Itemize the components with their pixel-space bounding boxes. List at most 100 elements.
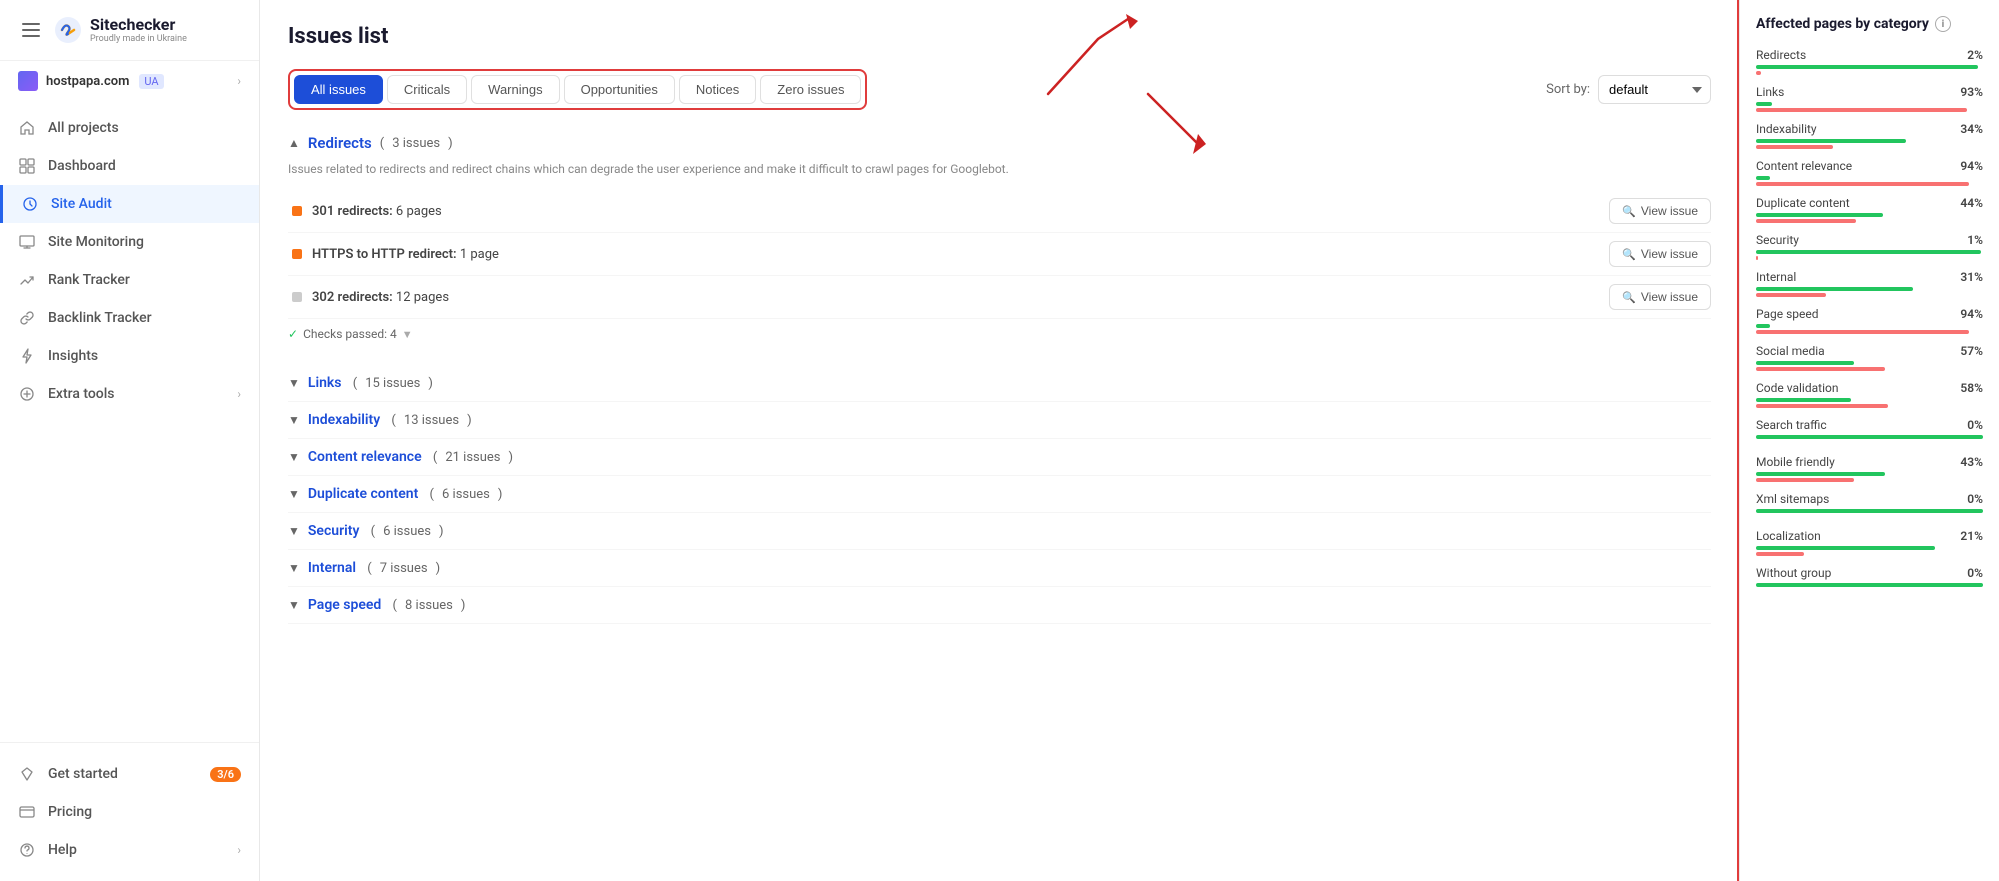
category-page-speed[interactable]: ▼ Page speed ( 8 issues ) (288, 587, 1711, 624)
sidebar-item-insights[interactable]: Insights (0, 337, 259, 375)
bar-header-9: Code validation 58% (1756, 381, 1983, 395)
bar-green-5 (1756, 250, 1981, 254)
bar-item-duplicate-content: Duplicate content 44% (1756, 196, 1983, 223)
bar-track-13 (1756, 546, 1983, 556)
help-arrow-icon: › (237, 843, 241, 857)
bar-pct-2: 34% (1960, 122, 1983, 136)
category-internal[interactable]: ▼ Internal ( 7 issues ) (288, 550, 1711, 587)
sidebar-item-all-projects[interactable]: All projects (0, 109, 259, 147)
duplicate-content-count: ( (426, 487, 434, 502)
hamburger-menu[interactable] (18, 19, 44, 41)
sort-select[interactable]: default name issues count (1598, 75, 1711, 104)
bar-item-search-traffic: Search traffic 0% (1756, 418, 1983, 445)
filter-zero-issues[interactable]: Zero issues (760, 75, 861, 104)
internal-title: Internal (308, 560, 356, 576)
info-icon[interactable]: i (1935, 16, 1951, 32)
sidebar-item-extra-tools[interactable]: Extra tools › (0, 375, 259, 413)
sidebar-item-rank-tracker[interactable]: Rank Tracker (0, 261, 259, 299)
page-speed-title: Page speed (308, 597, 381, 613)
page-speed-count-close: ) (461, 598, 466, 613)
internal-count: ( (364, 561, 372, 576)
sidebar-item-dashboard[interactable]: Dashboard (0, 147, 259, 185)
filter-outline: All issues Criticals Warnings Opportunit… (288, 69, 867, 110)
category-links[interactable]: ▼ Links ( 15 issues ) (288, 365, 1711, 402)
bar-header-14: Without group 0% (1756, 566, 1983, 580)
category-redirects-desc: Issues related to redirects and redirect… (288, 160, 1711, 178)
bar-pct-13: 21% (1960, 529, 1983, 543)
arrow-decoration (968, 9, 1148, 99)
sidebar-item-get-started[interactable]: Get started 3/6 (0, 755, 259, 793)
right-panel: Affected pages by category i Redirects 2… (1739, 0, 1999, 881)
category-indexability[interactable]: ▼ Indexability ( 13 issues ) (288, 402, 1711, 439)
sidebar-label-site-monitoring: Site Monitoring (48, 234, 144, 250)
sidebar-item-backlink-tracker[interactable]: Backlink Tracker (0, 299, 259, 337)
view-issue-301[interactable]: 🔍 View issue (1609, 198, 1711, 224)
category-redirects-count-val: 3 issues (392, 136, 440, 151)
category-duplicate-content[interactable]: ▼ Duplicate content ( 6 issues ) (288, 476, 1711, 513)
bar-track-0 (1756, 65, 1983, 75)
sidebar-item-site-audit[interactable]: Site Audit (0, 185, 259, 223)
bar-header-0: Redirects 2% (1756, 48, 1983, 62)
page-speed-count: ( (389, 598, 397, 613)
bar-name-12: Xml sitemaps (1756, 492, 1829, 506)
checks-passed-redirects[interactable]: ✓ Checks passed: 4 ▼ (288, 319, 1711, 349)
bar-red-8 (1756, 367, 1885, 371)
category-redirects-count: ( (380, 136, 384, 151)
view-issue-https[interactable]: 🔍 View issue (1609, 241, 1711, 267)
sidebar-label-pricing: Pricing (48, 804, 92, 820)
bar-track-5 (1756, 250, 1983, 260)
security-count-close: ) (439, 524, 444, 539)
sidebar: Sitechecker Proudly made in Ukraine host… (0, 0, 260, 881)
bar-name-6: Internal (1756, 270, 1796, 284)
category-security[interactable]: ▼ Security ( 6 issues ) (288, 513, 1711, 550)
filter-opportunities[interactable]: Opportunities (564, 75, 675, 104)
bar-pct-7: 94% (1960, 307, 1983, 321)
bar-item-security: Security 1% (1756, 233, 1983, 260)
sidebar-label-backlink-tracker: Backlink Tracker (48, 310, 152, 326)
bar-item-indexability: Indexability 34% (1756, 122, 1983, 149)
sidebar-item-pricing[interactable]: Pricing (0, 793, 259, 831)
issue-dot-301 (292, 206, 302, 216)
content-area: Issues list All issues Criticals Warning… (260, 0, 1999, 881)
get-started-badge: 3/6 (210, 767, 241, 782)
credit-card-icon (18, 803, 36, 821)
category-content-relevance[interactable]: ▼ Content relevance ( 21 issues ) (288, 439, 1711, 476)
bar-item-mobile-friendly: Mobile friendly 43% (1756, 455, 1983, 482)
category-redirects-title: Redirects (308, 134, 372, 152)
bar-name-7: Page speed (1756, 307, 1819, 321)
bar-name-11: Mobile friendly (1756, 455, 1835, 469)
main-area: Issues list All issues Criticals Warning… (260, 0, 1999, 881)
site-selector[interactable]: hostpapa.com UA › (0, 61, 259, 101)
security-title: Security (308, 523, 360, 539)
sidebar-item-help[interactable]: Help › (0, 831, 259, 869)
checks-passed-label: Checks passed: 4 (303, 327, 397, 341)
sidebar-label-rank-tracker: Rank Tracker (48, 272, 130, 288)
bar-name-2: Indexability (1756, 122, 1817, 136)
bar-name-10: Search traffic (1756, 418, 1827, 432)
bar-item-redirects: Redirects 2% (1756, 48, 1983, 75)
sidebar-label-help: Help (48, 842, 77, 858)
right-panel-title-text: Affected pages by category (1756, 16, 1929, 32)
bar-green-9 (1756, 398, 1851, 402)
site-label: hostpapa.com (46, 74, 129, 89)
bar-pct-4: 44% (1960, 196, 1983, 210)
site-favicon (18, 71, 38, 91)
issue-dot-302 (292, 292, 302, 302)
bar-pct-12: 0% (1967, 492, 1983, 506)
category-redirects-header[interactable]: ▲ Redirects ( 3 issues ) (288, 134, 1711, 152)
sidebar-item-site-monitoring[interactable]: Site Monitoring (0, 223, 259, 261)
filter-notices[interactable]: Notices (679, 75, 756, 104)
bar-red-5 (1756, 256, 1758, 260)
bar-name-3: Content relevance (1756, 159, 1852, 173)
filter-criticals[interactable]: Criticals (387, 75, 467, 104)
view-issue-302[interactable]: 🔍 View issue (1609, 284, 1711, 310)
filter-all-issues[interactable]: All issues (294, 75, 383, 104)
filter-warnings[interactable]: Warnings (471, 75, 559, 104)
home-icon (18, 119, 36, 137)
content-relevance-count: ( (430, 450, 438, 465)
bar-name-8: Social media (1756, 344, 1825, 358)
indexability-count: ( (388, 413, 396, 428)
sidebar-label-get-started: Get started (48, 766, 118, 782)
page-title: Issues list (288, 24, 1711, 49)
expand-duplicate-icon: ▼ (288, 487, 300, 501)
